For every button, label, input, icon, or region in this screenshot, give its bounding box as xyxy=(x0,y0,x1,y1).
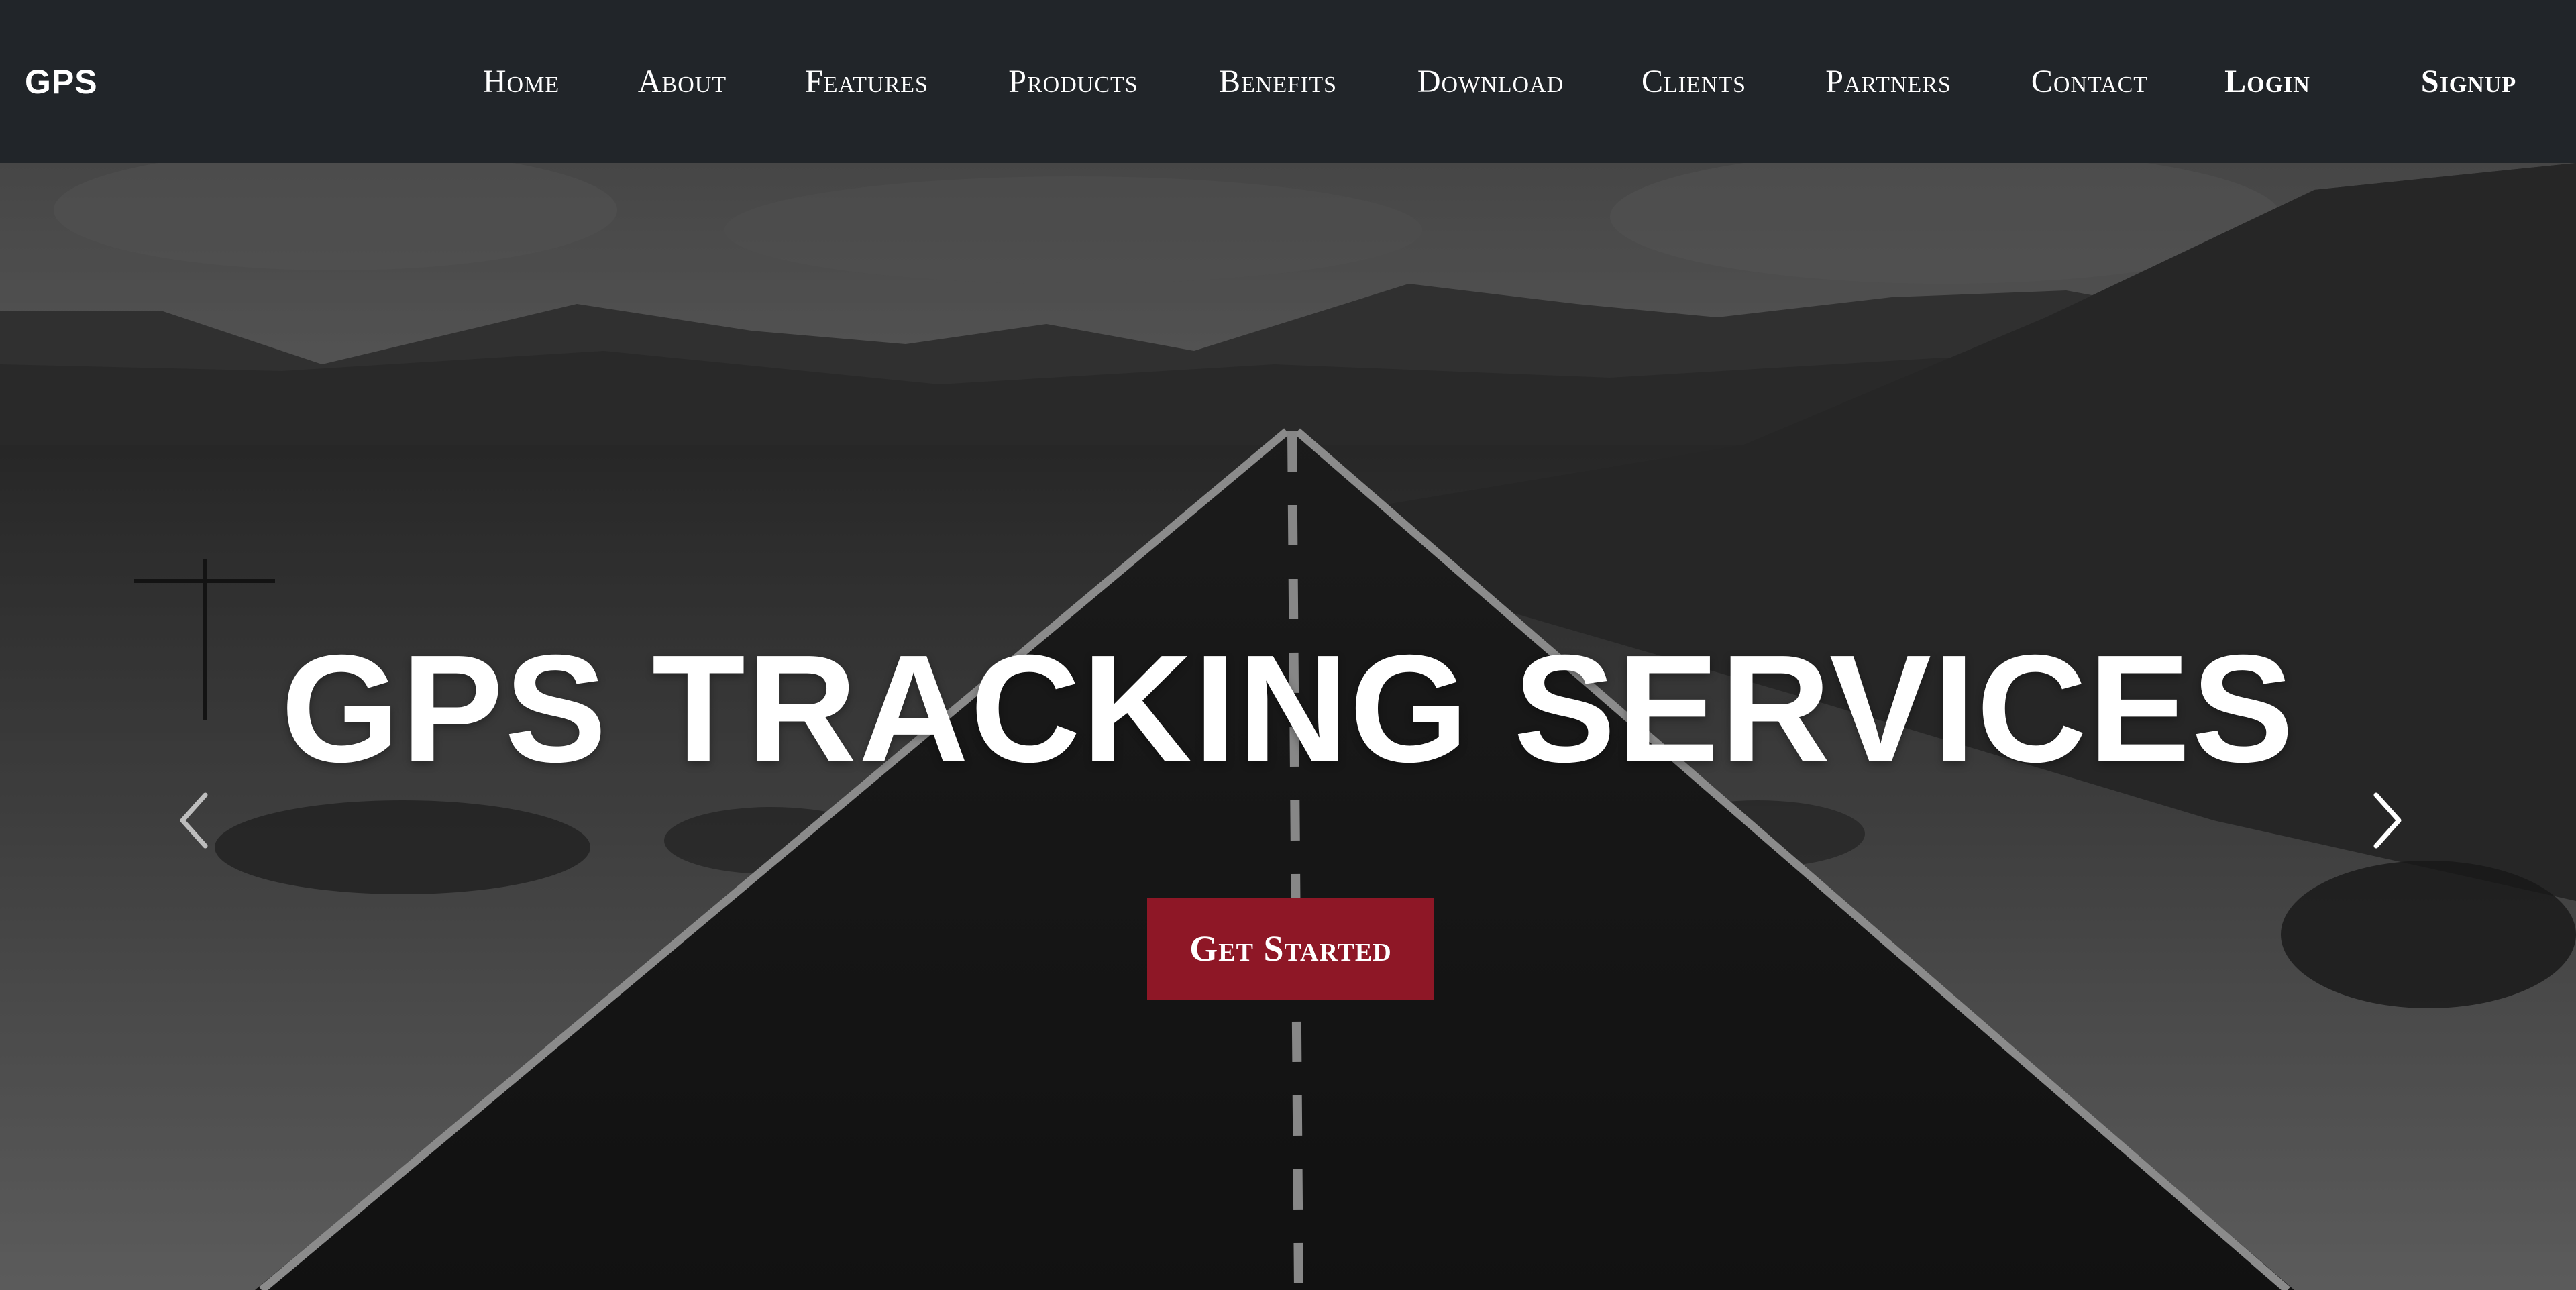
nav-link-about[interactable]: About xyxy=(624,0,741,163)
nav-link-features[interactable]: Features xyxy=(792,0,942,163)
navbar: GPS Home About Features Products Benefit… xyxy=(0,0,2576,163)
hero-carousel: GPS TRACKING SERVICES Get Started xyxy=(0,163,2576,1290)
nav-link-contact[interactable]: Contact xyxy=(2019,0,2160,163)
nav-link-products[interactable]: Products xyxy=(1000,0,1147,163)
carousel-prev-button[interactable] xyxy=(153,767,233,874)
get-started-button[interactable]: Get Started xyxy=(1147,898,1434,1000)
login-link[interactable]: Login xyxy=(2214,0,2321,163)
hero-title: GPS TRACKING SERVICES xyxy=(280,624,2296,794)
nav-link-home[interactable]: Home xyxy=(463,0,580,163)
chevron-left-icon xyxy=(180,792,208,849)
carousel-next-button[interactable] xyxy=(2348,767,2428,874)
nav-link-benefits[interactable]: Benefits xyxy=(1208,0,1348,163)
nav-link-partners[interactable]: Partners xyxy=(1818,0,1959,163)
nav-link-clients[interactable]: Clients xyxy=(1630,0,1758,163)
chevron-right-icon xyxy=(2373,792,2402,849)
signup-link[interactable]: Signup xyxy=(2408,0,2529,163)
nav-link-download[interactable]: Download xyxy=(1409,0,1572,163)
nav-menu: Home About Features Products Benefits Do… xyxy=(0,0,2576,163)
